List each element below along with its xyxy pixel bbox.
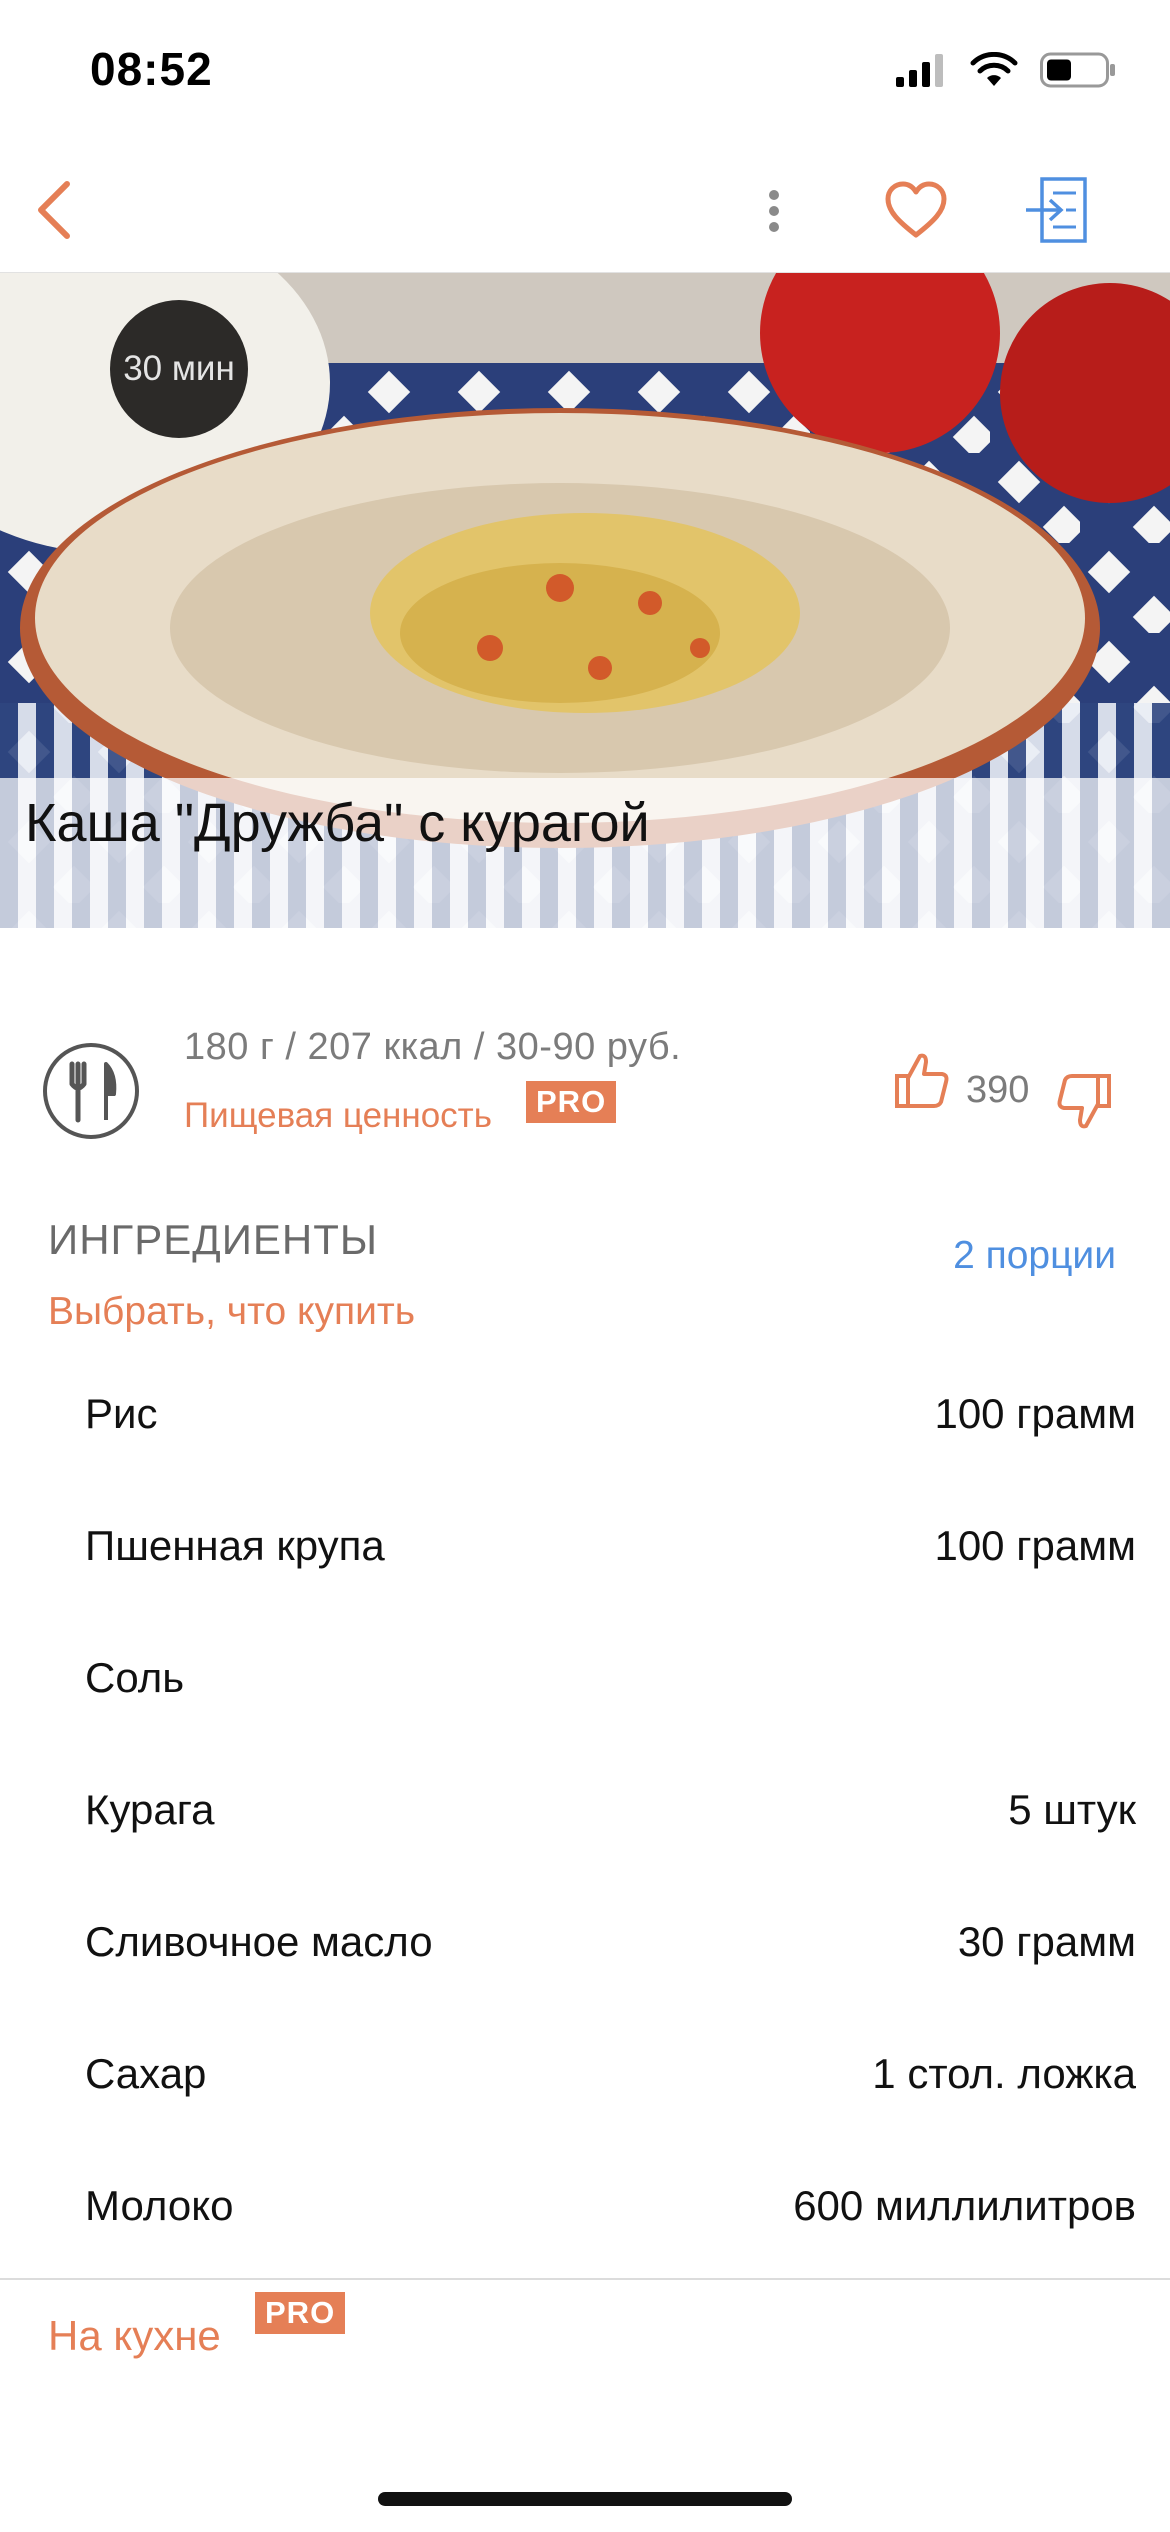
wifi-icon: [970, 51, 1018, 93]
share-button[interactable]: [1018, 170, 1094, 250]
pro-badge: PRO: [526, 1081, 617, 1123]
ingredient-name: Сливочное масло: [85, 1918, 433, 1965]
ingredient-row: Курага 5 штук: [0, 1746, 1170, 1878]
divider: [0, 2278, 1170, 2280]
ingredient-quantity: 1 стол. ложка: [872, 2050, 1136, 2097]
ingredient-quantity: 100 грамм: [934, 1522, 1136, 1569]
ingredient-quantity: 5 штук: [1008, 1786, 1136, 1833]
ingredient-name: Сахар: [85, 2050, 207, 2097]
dislike-button[interactable]: [1056, 1072, 1112, 1132]
favorite-button[interactable]: [880, 172, 952, 248]
home-indicator[interactable]: [378, 2492, 792, 2506]
cook-time-badge: 30 мин: [110, 300, 248, 438]
ingredient-quantity: 100 грамм: [934, 1390, 1136, 1437]
status-bar: 08:52: [0, 0, 1170, 150]
ingredient-name: Рис: [85, 1390, 158, 1437]
ingredient-row: Сливочное масло 30 грамм: [0, 1878, 1170, 2010]
share-icon: [1026, 177, 1087, 243]
rating-count: 390: [966, 1069, 1030, 1111]
battery-icon: [1040, 52, 1116, 93]
pro-badge: PRO: [255, 2292, 346, 2334]
ingredient-quantity: 30 грамм: [957, 1918, 1136, 1965]
status-time: 08:52: [90, 43, 213, 95]
more-options-button[interactable]: [748, 174, 800, 248]
back-button[interactable]: [18, 170, 88, 250]
portions-selector[interactable]: 2 порции: [953, 1234, 1116, 1278]
recipe-title: Каша "Дружба" с курагой: [25, 793, 650, 853]
choose-to-buy-link[interactable]: Выбрать, что купить: [48, 1290, 415, 1334]
ingredient-row: Пшенная крупа 100 грамм: [0, 1482, 1170, 1614]
recipe-stats: 180 г / 207 ккал / 30-90 руб.: [184, 1026, 682, 1068]
thumbs-up-icon: [895, 1053, 949, 1108]
ingredient-quantity: 600 миллилитров: [793, 2182, 1136, 2229]
nutrition-value-link[interactable]: Пищевая ценность: [184, 1096, 492, 1136]
ingredient-row: Рис 100 грамм: [0, 1350, 1170, 1482]
ingredient-name: Пшенная крупа: [85, 1522, 385, 1569]
more-vertical-icon: [769, 190, 779, 232]
ingredient-name: Курага: [85, 1786, 215, 1833]
back-arrow-icon: [38, 181, 70, 239]
nav-bar: [0, 150, 1170, 274]
in-kitchen-link[interactable]: На кухне: [48, 2312, 221, 2360]
ingredient-row: Молоко 600 миллилитров: [0, 2142, 1170, 2274]
ingredient-row: Сахар 1 стол. ложка: [0, 2010, 1170, 2142]
ingredient-row: Соль: [0, 1614, 1170, 1746]
fork-knife-icon: [42, 1042, 140, 1140]
ingredients-list: Рис 100 грамм Пшенная крупа 100 грамм Со…: [0, 1350, 1170, 2274]
ingredients-heading: ИНГРЕДИЕНТЫ: [48, 1216, 379, 1263]
ingredient-name: Соль: [85, 1654, 185, 1701]
cellular-signal-icon: [896, 53, 948, 92]
heart-icon: [885, 181, 947, 238]
like-button[interactable]: [894, 1050, 950, 1110]
thumbs-down-icon: [1057, 1074, 1111, 1129]
ingredient-name: Молоко: [85, 2182, 234, 2229]
